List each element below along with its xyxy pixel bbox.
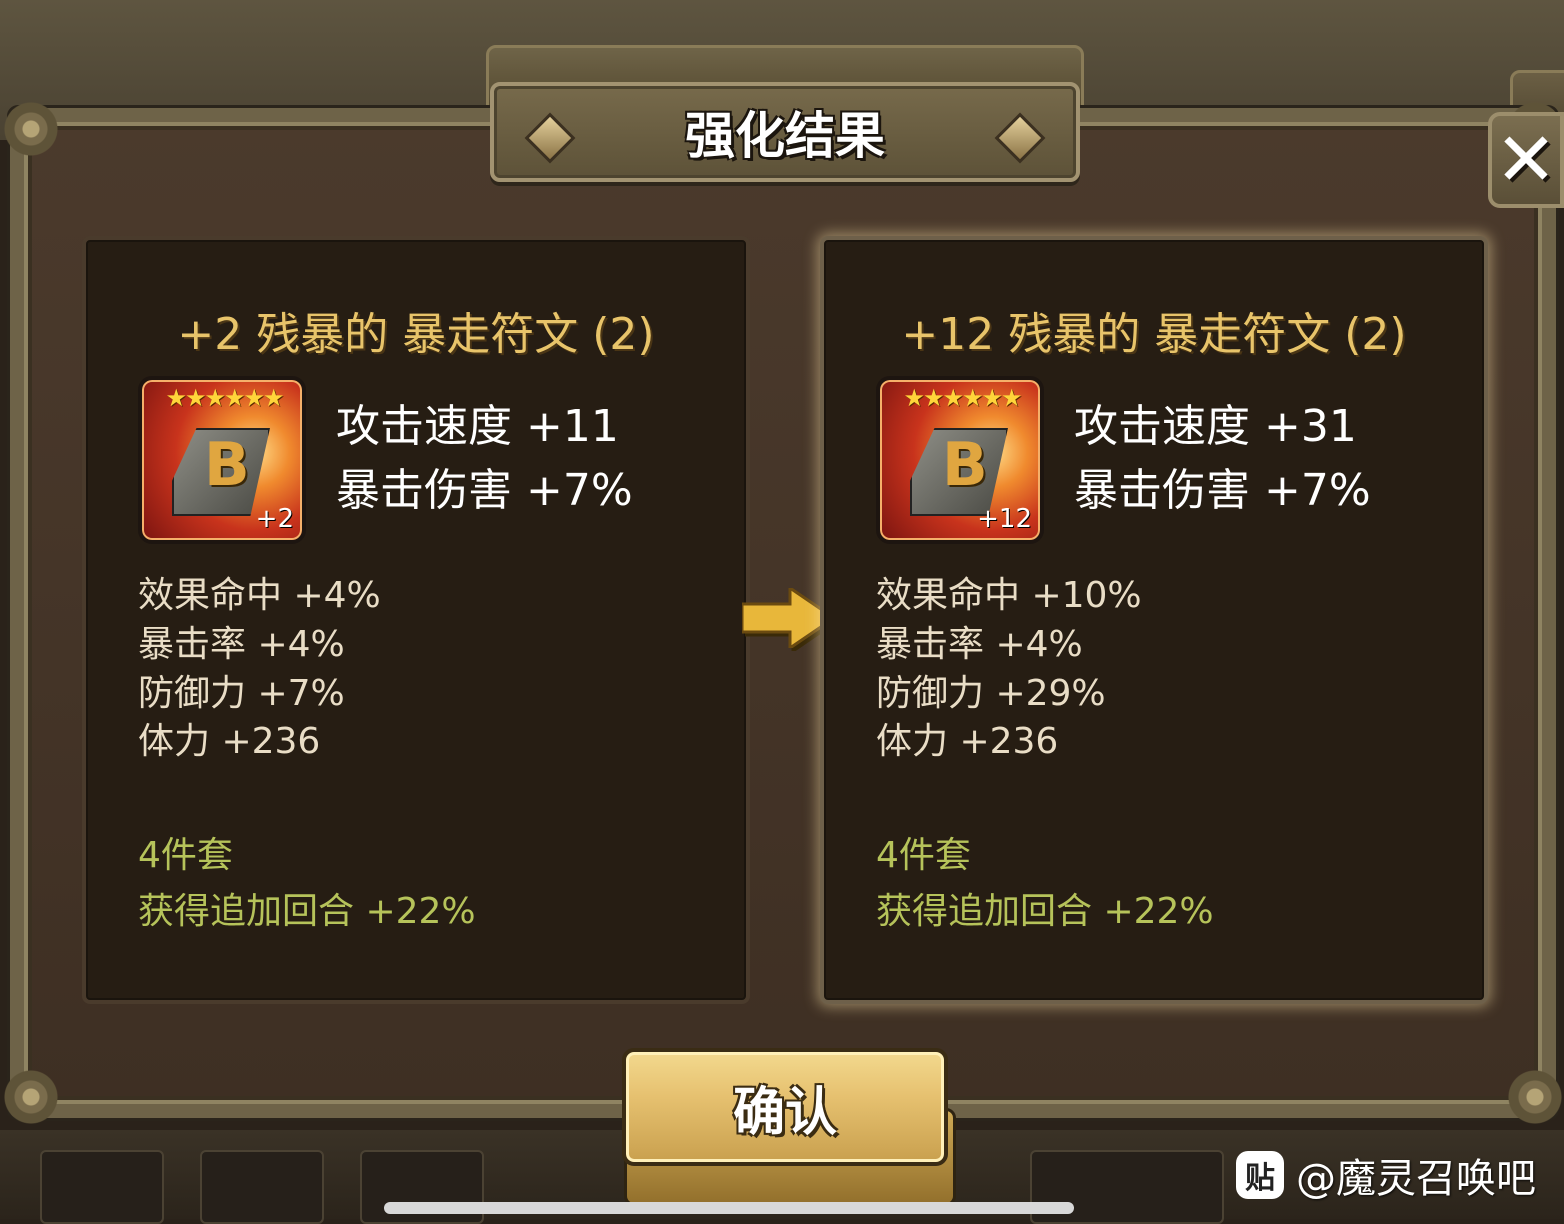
tieba-logo-icon: 贴 [1236, 1151, 1284, 1199]
watermark: 贴 @魔灵召唤吧 [1236, 1148, 1536, 1202]
rune-before-panel: +2 残暴的 暴走符文 (2) ★★★★★★ B +2 攻击速度 +11 暴击伤… [82, 236, 750, 1004]
rune-icon[interactable]: ★★★★★★ B +12 [876, 376, 1044, 544]
home-indicator[interactable] [384, 1202, 1074, 1214]
star-rating-icon: ★★★★★★ [903, 384, 1022, 412]
rune-glyph-icon: B [204, 430, 250, 500]
close-icon: ✕ [1494, 117, 1557, 203]
set-name: 4件套 [138, 835, 233, 876]
rune-icon[interactable]: ★★★★★★ B +2 [138, 376, 306, 544]
sub-stat: 效果命中 +10% [876, 575, 1142, 616]
sub-stat: 体力 +236 [876, 721, 1059, 762]
rune-level-badge: +2 [255, 504, 294, 534]
rune-level-badge: +12 [977, 504, 1032, 534]
sub-stat: 防御力 +7% [138, 673, 345, 714]
rune-title: +12 残暴的 暴走符文 (2) [901, 309, 1407, 360]
background-slot [200, 1150, 324, 1224]
set-name: 4件套 [876, 835, 971, 876]
main-stat: 攻击速度 +31 [1074, 401, 1357, 452]
main-stat: 暴击伤害 +7% [1074, 465, 1371, 516]
frame-corner-ornament [4, 1070, 58, 1124]
sub-stat: 防御力 +29% [876, 673, 1106, 714]
rune-title: +2 残暴的 暴走符文 (2) [177, 309, 655, 360]
sub-stat: 暴击率 +4% [138, 624, 345, 665]
set-effect: 获得追加回合 +22% [876, 891, 1214, 932]
dialog-title-plate: 强化结果 [490, 82, 1080, 182]
sub-stat: 体力 +236 [138, 721, 321, 762]
sub-stat: 效果命中 +4% [138, 575, 381, 616]
rune-after-panel: +12 残暴的 暴走符文 (2) ★★★★★★ B +12 攻击速度 +31 暴… [820, 236, 1488, 1004]
frame-corner-ornament [1508, 1070, 1562, 1124]
main-stat: 暴击伤害 +7% [336, 465, 633, 516]
watermark-text: @魔灵召唤吧 [1296, 1156, 1536, 1202]
background-slot [40, 1150, 164, 1224]
set-effect: 获得追加回合 +22% [138, 891, 476, 932]
sub-stat: 暴击率 +4% [876, 624, 1083, 665]
close-button[interactable]: ✕ [1488, 112, 1564, 208]
frame-corner-ornament [4, 102, 58, 156]
rune-glyph-icon: B [942, 430, 988, 500]
confirm-button[interactable]: 确认 [622, 1048, 948, 1166]
star-rating-icon: ★★★★★★ [165, 384, 284, 412]
dialog-title: 强化结果 [685, 107, 885, 165]
main-stat: 攻击速度 +11 [336, 401, 619, 452]
